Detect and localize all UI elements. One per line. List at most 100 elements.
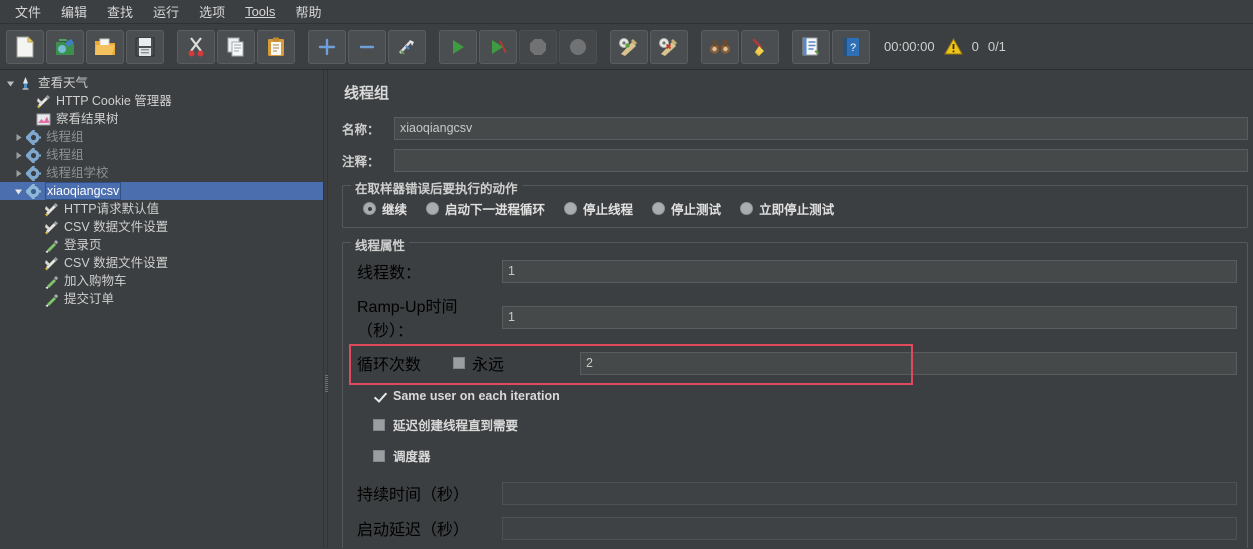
chevron-right-icon[interactable] [12,131,25,144]
ramp-up-input[interactable]: 1 [502,305,1237,329]
thread-group-icon [25,129,42,145]
radio-stop-test-now[interactable]: 立即停止测试 [740,199,834,218]
comment-input[interactable] [394,149,1248,172]
tree-node-csv-data-set-2[interactable]: CSV 数据文件设置 [0,254,323,272]
tree-node-add-to-cart[interactable]: 加入购物车 [0,272,323,290]
checkbox-indicator[interactable] [373,449,385,462]
thread-group-icon [25,165,42,181]
cut-button[interactable] [177,29,215,64]
same-user-row[interactable]: Same user on each iteration [373,389,1237,403]
start-button[interactable] [439,29,477,64]
menu-help[interactable]: 帮助 [286,0,330,24]
radio-indicator[interactable] [740,202,754,215]
name-row: 名称： xiaoqiangcsv [342,117,1248,140]
chevron-down-icon[interactable] [4,77,17,90]
radio-indicator[interactable] [363,202,376,215]
tree-node-test-plan[interactable]: 查看天气 [0,74,323,92]
start-icon [449,38,467,56]
copy-button[interactable] [217,29,255,64]
tree-node-http-request-defaults[interactable]: HTTP请求默认值 [0,200,323,218]
radio-start-next-loop[interactable]: 启动下一进程循环 [426,199,545,218]
clear-all-button[interactable] [650,29,688,64]
loop-count-input[interactable]: 2 [580,351,1237,375]
start-no-pauses-icon [489,38,507,56]
name-input[interactable]: xiaoqiangcsv [394,117,1248,140]
paste-icon [266,37,286,57]
warning-count: 0 [971,39,979,54]
num-threads-input[interactable]: 1 [502,259,1237,283]
help-button[interactable]: ? [832,29,870,64]
chevron-right-icon[interactable] [12,167,25,180]
split-pane-divider[interactable] [323,70,328,548]
stop-icon [528,37,548,57]
chevron-right-icon[interactable] [12,149,25,162]
tree-node-thread-group-1[interactable]: 线程组 [0,128,323,146]
stop-button[interactable] [519,29,557,64]
checkbox-indicator[interactable] [453,357,465,369]
save-button[interactable] [126,29,164,64]
menu-options[interactable]: 选项 [190,0,234,24]
broom-icon [750,37,770,57]
expand-all-button[interactable] [308,29,346,64]
templates-button[interactable] [46,29,84,64]
radio-stop-thread[interactable]: 停止线程 [564,199,633,218]
checkbox-indicator[interactable] [373,418,385,431]
ramp-up-row: Ramp-Up时间（秒）： 1 [357,293,1237,341]
menu-search[interactable]: 查找 [98,0,142,24]
function-helper-button[interactable] [792,29,830,64]
name-label: 名称： [342,123,380,137]
tree-node-view-results-tree[interactable]: 察看结果树 [0,110,323,128]
toolbar: ? 00:00:00 0 0/1 [0,24,1253,70]
radio-indicator[interactable] [426,202,440,215]
function-helper-icon [801,37,821,57]
tree-node-label: CSV 数据文件设置 [64,256,169,270]
radio-stop-test[interactable]: 停止测试 [652,199,721,218]
error-action-group: 在取样器错误后要执行的动作 继续 启动下一进程循环 停止线程 停止测试 立即停止… [342,178,1248,228]
tree-node-csv-data-set-1[interactable]: CSV 数据文件设置 [0,218,323,236]
tree-node-label: HTTP Cookie 管理器 [56,94,172,108]
split-pane-grip[interactable] [325,375,328,393]
start-no-pauses-button[interactable] [479,29,517,64]
templates-icon [54,37,76,57]
clear-button[interactable] [610,29,648,64]
shutdown-button[interactable] [559,29,597,64]
menu-run[interactable]: 运行 [144,0,188,24]
http-sampler-icon [43,237,60,253]
tree-node-login-page[interactable]: 登录页 [0,236,323,254]
radio-indicator[interactable] [564,202,578,215]
config-element-icon [43,219,60,235]
http-sampler-icon [43,273,60,289]
tree-node-label: 查看天气 [38,76,89,90]
toggle-button[interactable] [388,29,426,64]
delayed-start-row[interactable]: 延迟创建线程直到需要 [373,415,1237,434]
new-button[interactable] [6,29,44,64]
scheduler-row[interactable]: 调度器 [373,446,1237,465]
reset-search-button[interactable] [741,29,779,64]
paste-button[interactable] [257,29,295,64]
open-button[interactable] [86,29,124,64]
menu-file[interactable]: 文件 [6,0,50,24]
chevron-down-icon[interactable] [12,185,25,198]
tree-node-http-cookie-manager[interactable]: HTTP Cookie 管理器 [0,92,323,110]
binoculars-icon [709,39,731,55]
radio-continue[interactable]: 继续 [363,199,407,218]
startup-delay-input[interactable] [502,516,1237,540]
num-threads-row: 线程数： 1 [357,259,1237,283]
menu-tools[interactable]: Tools [236,1,284,22]
tree-node-thread-group-school[interactable]: 线程组学校 [0,164,323,182]
tree-node-label: CSV 数据文件设置 [64,220,169,234]
duration-input[interactable] [502,481,1237,505]
test-plan-tree[interactable]: 查看天气 HTTP Cookie 管理器 察看结果树 线程组 线程组 线程组学校 [0,70,323,548]
search-button[interactable] [701,29,739,64]
warning-icon[interactable] [943,38,963,55]
tree-node-submit-order[interactable]: 提交订单 [0,290,323,308]
radio-indicator[interactable] [652,202,666,215]
svg-text:?: ? [850,42,856,54]
collapse-all-button[interactable] [348,29,386,64]
checkbox-indicator[interactable] [373,390,385,402]
menu-edit[interactable]: 编辑 [52,0,96,24]
tree-node-xiaoqiangcsv[interactable]: xiaoqiangcsv [0,182,323,200]
tree-node-thread-group-2[interactable]: 线程组 [0,146,323,164]
tree-node-label: 察看结果树 [56,112,119,126]
loop-forever-checkbox[interactable]: 永远 [453,351,568,375]
